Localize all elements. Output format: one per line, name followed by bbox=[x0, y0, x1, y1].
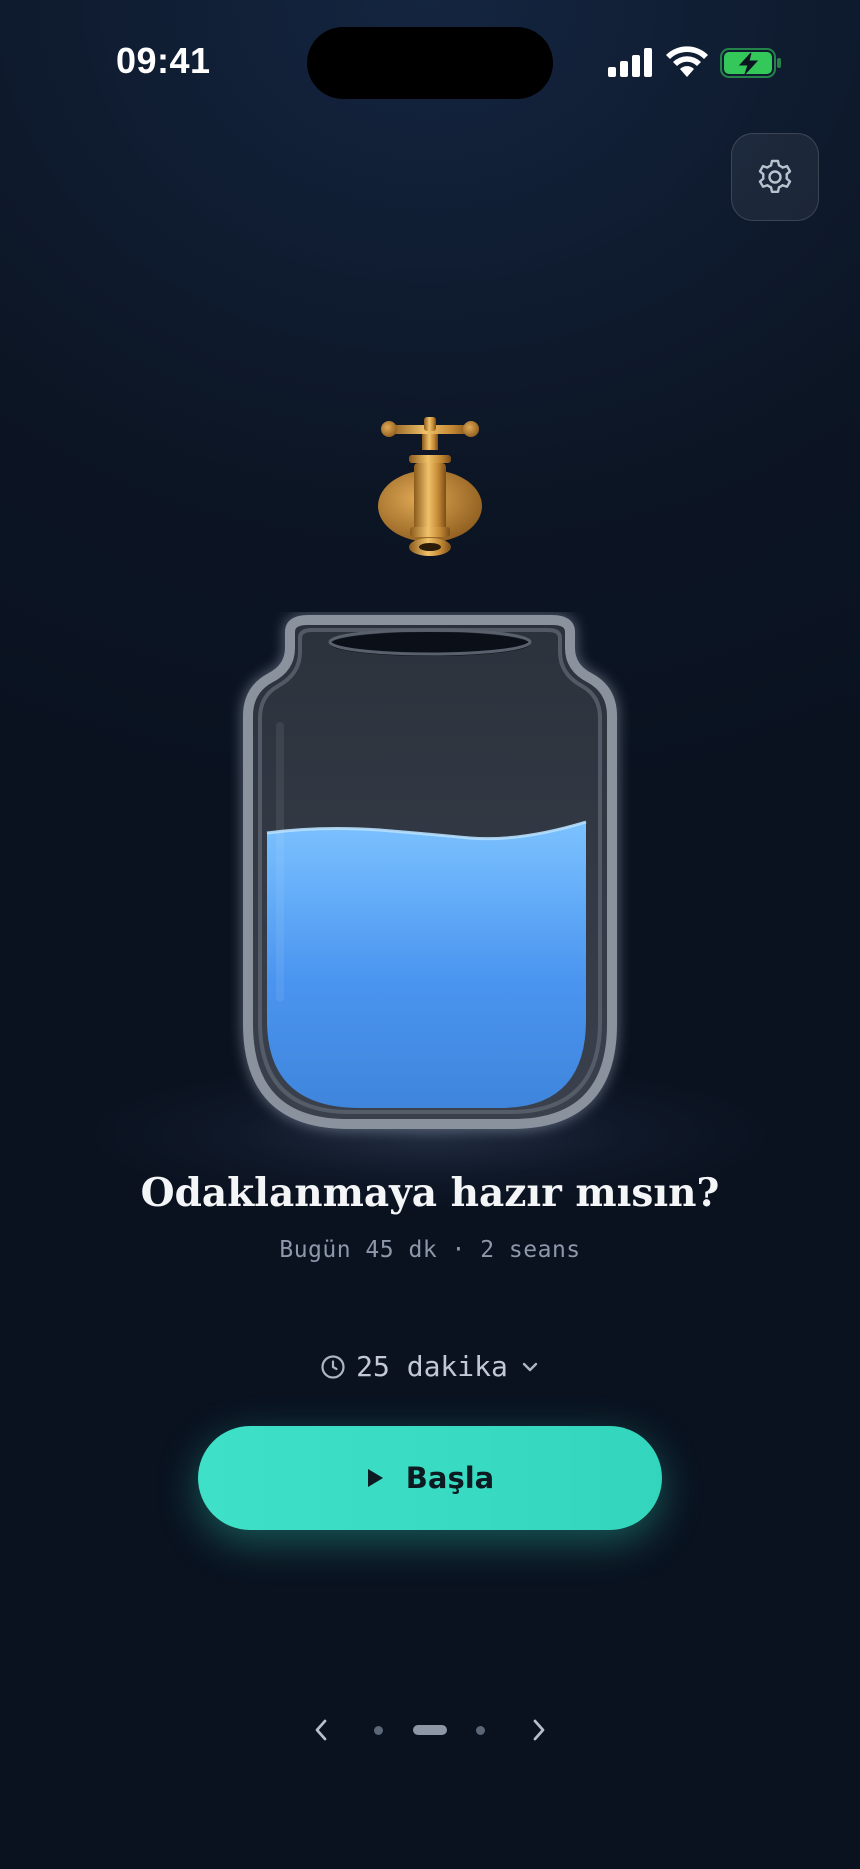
start-button[interactable]: Başla bbox=[198, 1426, 662, 1530]
jar-illustration bbox=[241, 613, 619, 1131]
clock-icon bbox=[321, 1354, 345, 1379]
start-button-label: Başla bbox=[405, 1461, 495, 1495]
wifi-icon bbox=[666, 46, 708, 77]
page-title: Odaklanmaya hazır mısın? bbox=[140, 1170, 720, 1216]
play-icon bbox=[367, 1469, 383, 1487]
cellular-signal-icon bbox=[608, 48, 652, 77]
page-dot-2-active[interactable] bbox=[413, 1725, 447, 1735]
faucet-illustration bbox=[378, 417, 482, 556]
chevron-down-icon bbox=[522, 1362, 538, 1371]
page-indicator bbox=[0, 1716, 860, 1746]
page-dot-3[interactable] bbox=[476, 1726, 485, 1735]
duration-value: 25 dakika bbox=[356, 1350, 508, 1383]
page-dot-1[interactable] bbox=[374, 1726, 383, 1735]
today-stats: Bugün 45 dk · 2 seans bbox=[279, 1237, 581, 1263]
status-bar: 09:41 bbox=[0, 0, 860, 110]
battery-charging-icon bbox=[720, 48, 781, 78]
gear-icon bbox=[758, 159, 792, 193]
duration-selector[interactable]: 25 dakika bbox=[0, 1350, 860, 1383]
status-time: 09:41 bbox=[116, 40, 211, 81]
dynamic-island bbox=[307, 27, 553, 99]
chevron-right-icon[interactable] bbox=[528, 1717, 550, 1743]
settings-button[interactable] bbox=[731, 133, 819, 221]
chevron-left-icon[interactable] bbox=[310, 1717, 332, 1743]
